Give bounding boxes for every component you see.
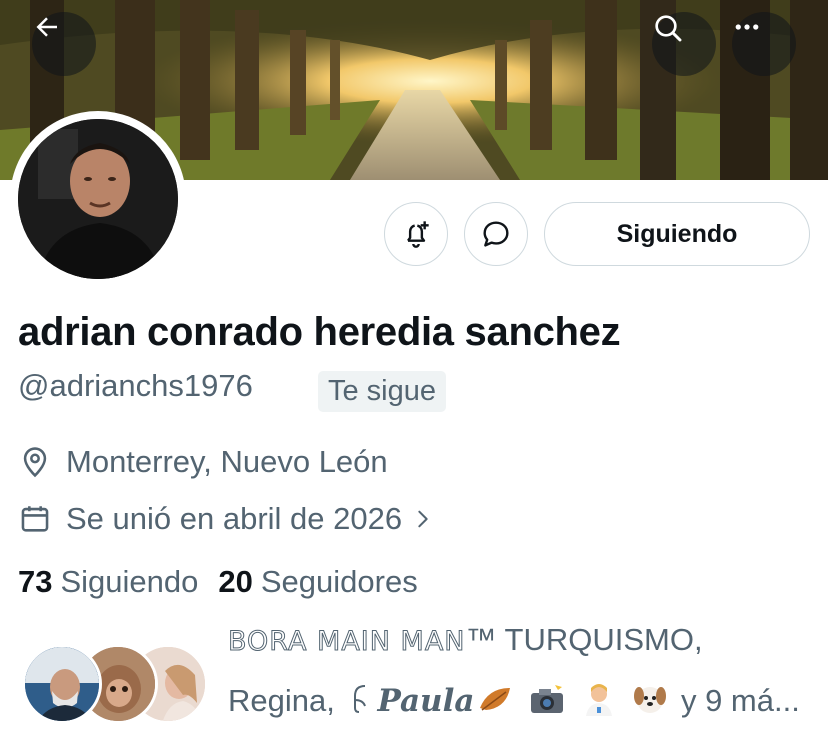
follower-name-paula: Paula	[377, 683, 475, 720]
followed-by-text-line1[interactable]: BORA MAIN MAN™ TURQUISMO,	[228, 622, 703, 658]
back-button[interactable]	[32, 12, 96, 76]
paula-ornament-icon	[347, 682, 373, 724]
joined-row[interactable]: Se unió en abril de 2026	[18, 499, 434, 539]
followed-by-text-line2[interactable]: Regina, Paula y 9 má...	[228, 682, 800, 724]
following-label: Siguiendo	[60, 564, 199, 599]
health-worker-icon	[582, 682, 616, 724]
location-row: Monterrey, Nuevo León	[18, 442, 388, 482]
joined-text: Se unió en abril de 2026	[66, 501, 403, 536]
following-button[interactable]: Siguiendo	[544, 202, 810, 266]
chevron-right-icon	[412, 506, 434, 532]
message-button[interactable]	[464, 202, 528, 266]
followed-by-avatars[interactable]	[22, 644, 212, 724]
dog-face-icon	[632, 682, 668, 724]
follow-stats: 73 Siguiendo 20 Seguidores	[18, 564, 418, 600]
follower-name-rest: ™ TURQUISMO,	[465, 622, 703, 657]
following-stat[interactable]: 73 Siguiendo	[18, 564, 198, 600]
camera-flash-icon	[529, 683, 565, 723]
followers-count: 20	[218, 564, 253, 599]
avatar-image	[18, 119, 178, 279]
followers-stat[interactable]: 20 Seguidores	[218, 564, 417, 600]
bell-plus-icon	[407, 221, 429, 248]
calendar-icon	[18, 499, 58, 539]
followed-by-more: y 9 má...	[680, 683, 800, 719]
more-button[interactable]	[732, 12, 796, 76]
search-icon	[655, 15, 682, 42]
avatar[interactable]	[18, 119, 178, 279]
location-text: Monterrey, Nuevo León	[66, 444, 388, 479]
notify-button[interactable]	[384, 202, 448, 266]
arrow-left-icon	[36, 17, 57, 37]
message-bubble-icon	[483, 221, 509, 247]
fallen-leaf-icon	[478, 684, 512, 722]
following-count: 73	[18, 564, 53, 599]
search-button[interactable]	[652, 12, 716, 76]
follows-you-badge: Te sigue	[318, 371, 447, 412]
follower-name-regina: Regina,	[228, 683, 335, 719]
follower-name-outlined: BORA MAIN MAN	[228, 626, 466, 658]
followers-label: Seguidores	[260, 564, 418, 599]
follower-avatar	[22, 644, 102, 724]
more-horizontal-icon	[735, 24, 759, 30]
location-pin-icon	[18, 442, 58, 482]
username-handle: @adrianchs1976	[18, 368, 253, 403]
display-name: adrian conrado heredia sanchez	[18, 310, 621, 354]
